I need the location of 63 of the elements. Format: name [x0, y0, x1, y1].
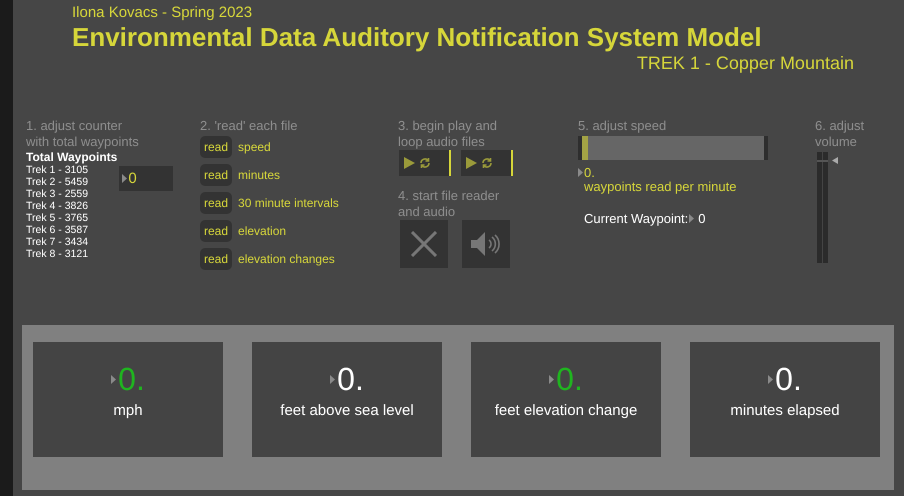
list-title: Total Waypoints [26, 150, 118, 164]
file-label: 30 minute intervals [238, 196, 339, 210]
loop-icon [419, 157, 431, 169]
trek-entry: Trek 8 - 3121 [26, 248, 90, 260]
speed-slider[interactable] [578, 136, 768, 160]
waypoint-label: Current Waypoint: [584, 211, 688, 226]
readout-value: 0. [337, 361, 364, 398]
pointer-icon [832, 156, 838, 164]
step-heading: 3. begin play and loop audio files [398, 118, 498, 150]
trek-entry: Trek 1 - 3105 [26, 164, 90, 176]
number-box[interactable]: 0 [119, 166, 174, 191]
read-button[interactable]: read [200, 248, 232, 270]
readout-label: feet elevation change [494, 402, 638, 419]
slider-thumb[interactable] [817, 160, 828, 162]
readout-value: 0. [118, 361, 145, 398]
speaker-icon [471, 232, 501, 256]
file-label: elevation changes [238, 252, 335, 266]
play-icon [465, 157, 477, 169]
readout-label: feet above sea level [280, 402, 414, 419]
file-label: elevation [238, 224, 286, 238]
step-heading: 5. adjust speed [578, 118, 668, 134]
page-title: Environmental Data Auditory Notification System Model [72, 22, 762, 52]
triangle-icon [549, 375, 554, 384]
volume-slider[interactable] [817, 152, 828, 263]
step-heading: 6. adjust volume [815, 118, 866, 150]
play-icon [403, 157, 415, 169]
read-button[interactable]: read [200, 192, 232, 214]
step-heading: 2. 'read' each file [200, 118, 298, 134]
trek-entry: Trek 7 - 3434 [26, 236, 90, 248]
step-heading: 1. adjust counter with total waypoints [26, 118, 140, 150]
waypoint-value: 0 [698, 211, 706, 226]
readout-value: 0. [775, 361, 802, 398]
read-button[interactable]: read [200, 220, 232, 242]
trek-subtitle: TREK 1 - Copper Mountain [636, 52, 854, 74]
triangle-icon [111, 375, 116, 384]
audio-player[interactable] [461, 150, 513, 176]
triangle-icon [768, 375, 774, 384]
file-label: speed [238, 140, 271, 154]
triangle-icon [689, 214, 694, 223]
triangle-icon [122, 174, 128, 183]
trek-entry: Trek 5 - 3765 [26, 212, 90, 224]
readout-value: 0. [556, 361, 583, 398]
read-button[interactable]: read [200, 164, 232, 186]
readout-label: minutes elapsed [730, 402, 840, 419]
file-label: minutes [238, 168, 280, 182]
author-line: Ilona Kovacs - Spring 2023 [72, 4, 252, 22]
speed-value[interactable]: 0. [584, 165, 595, 180]
audio-button[interactable] [462, 220, 510, 268]
slider-thumb[interactable] [582, 136, 588, 160]
trek-entry: Trek 6 - 3587 [26, 224, 90, 236]
loop-icon [481, 157, 493, 169]
step-heading: 4. start file reader and audio [398, 188, 500, 220]
trek-entry: Trek 3 - 2559 [26, 188, 90, 200]
trek-entry: Trek 4 - 3826 [26, 200, 90, 212]
readout-label: mph [113, 402, 143, 419]
read-button[interactable]: read [200, 136, 232, 158]
close-icon [411, 231, 437, 257]
audio-player[interactable] [399, 150, 451, 176]
speed-unit: waypoints read per minute [584, 180, 738, 194]
triangle-icon [330, 375, 336, 384]
trek-entry: Trek 2 - 5459 [26, 176, 90, 188]
toggle-button[interactable] [400, 220, 448, 268]
triangle-icon [578, 168, 583, 177]
